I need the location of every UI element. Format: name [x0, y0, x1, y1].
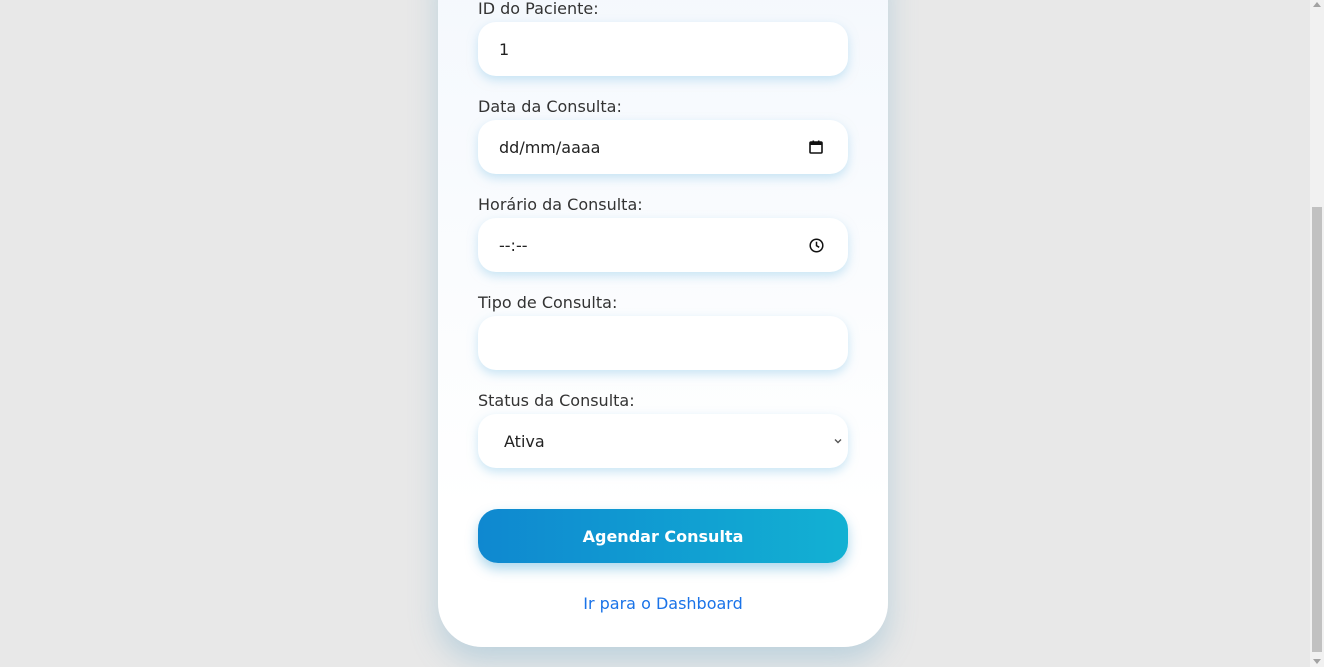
- date-label: Data da Consulta:: [478, 97, 622, 116]
- scroll-up-arrow-icon[interactable]: [1313, 2, 1321, 7]
- patient-id-input[interactable]: 1: [478, 22, 848, 76]
- clock-icon[interactable]: [808, 237, 824, 253]
- time-input[interactable]: --:--: [478, 218, 848, 272]
- status-select[interactable]: Ativa: [478, 414, 848, 468]
- type-input[interactable]: [478, 316, 848, 370]
- vertical-scrollbar[interactable]: [1310, 0, 1324, 667]
- status-label: Status da Consulta:: [478, 391, 635, 410]
- date-value: dd/mm/aaaa: [499, 137, 601, 157]
- chevron-down-icon: [832, 435, 844, 447]
- date-input[interactable]: dd/mm/aaaa: [478, 120, 848, 174]
- patient-id-value: 1: [499, 39, 510, 59]
- time-label: Horário da Consulta:: [478, 195, 643, 214]
- type-label: Tipo de Consulta:: [478, 293, 618, 312]
- status-selected-value: Ativa: [504, 431, 545, 451]
- calendar-icon[interactable]: [808, 139, 824, 155]
- scroll-down-arrow-icon[interactable]: [1313, 659, 1321, 664]
- time-value: --:--: [499, 235, 528, 255]
- dashboard-link[interactable]: Ir para o Dashboard: [478, 594, 848, 614]
- schedule-appointment-button[interactable]: Agendar Consulta: [478, 509, 848, 563]
- page: ID do Paciente: 1 Data da Consulta: dd/m…: [0, 0, 1324, 667]
- patient-id-label: ID do Paciente:: [478, 0, 599, 18]
- scrollbar-thumb[interactable]: [1312, 207, 1322, 652]
